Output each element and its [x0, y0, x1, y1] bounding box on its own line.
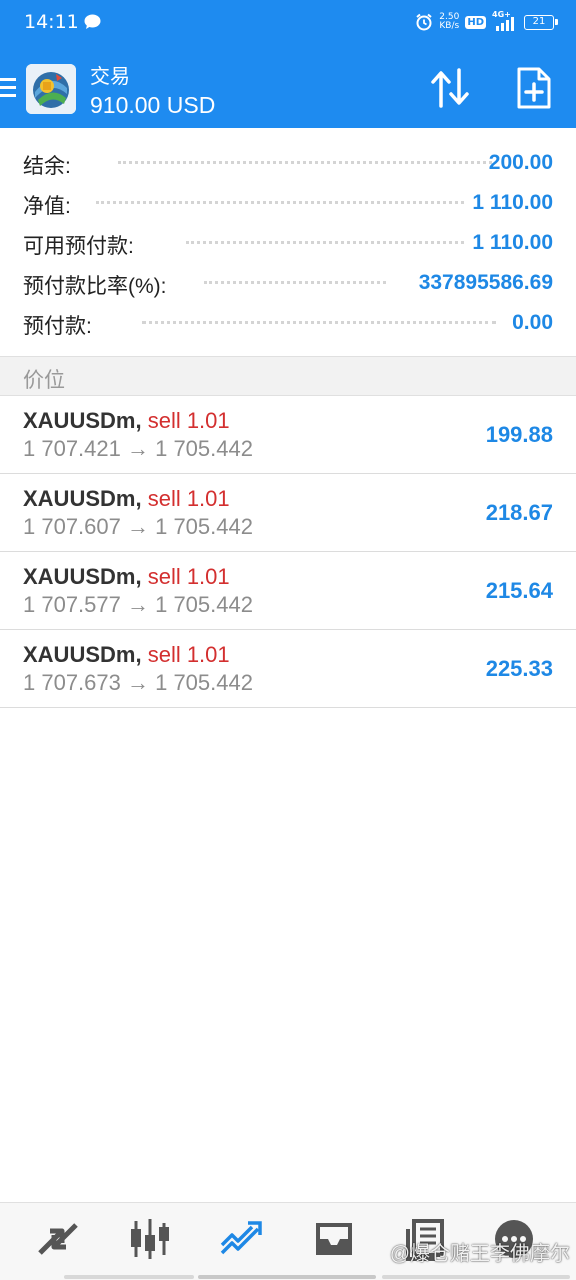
- position-row[interactable]: XAUUSDm, sell 1.01 1 707.607 → 1 705.442…: [0, 474, 576, 552]
- bottom-navigation: @爆仓赌王李佛摩尔: [0, 1202, 576, 1280]
- leader-dots: [118, 160, 492, 164]
- nav-indicator-active: [198, 1275, 376, 1279]
- position-title: XAUUSDm, sell 1.01: [23, 564, 230, 590]
- position-symbol: XAUUSDm,: [23, 486, 142, 511]
- position-prices: 1 707.577 → 1 705.442: [23, 592, 253, 617]
- positions-section-header: 价位: [0, 356, 576, 396]
- candlestick-chart-icon[interactable]: [126, 1217, 174, 1261]
- status-time: 14:11: [24, 11, 79, 33]
- position-side-volume: sell 1.01: [147, 642, 230, 667]
- status-bar: 14:11 2.50 KB/s HD 4G+ 21: [0, 0, 576, 44]
- position-row[interactable]: XAUUSDm, sell 1.01 1 707.577 → 1 705.442…: [0, 552, 576, 630]
- position-symbol: XAUUSDm,: [23, 408, 142, 433]
- position-symbol: XAUUSDm,: [23, 642, 142, 667]
- battery-icon: 21: [524, 14, 558, 30]
- position-profit: 199.88: [485, 422, 553, 447]
- section-header-label: 价位: [23, 369, 65, 392]
- status-indicators: 2.50 KB/s HD 4G+ 21: [415, 10, 558, 34]
- position-row[interactable]: XAUUSDm, sell 1.01 1 707.421 → 1 705.442…: [0, 396, 576, 474]
- position-side-volume: sell 1.01: [147, 486, 230, 511]
- summary-value: 1 110.00: [472, 231, 553, 254]
- net-speed-unit: KB/s: [439, 21, 460, 31]
- hd-badge: HD: [465, 15, 486, 29]
- position-symbol: XAUUSDm,: [23, 564, 142, 589]
- summary-value: 200.00: [488, 151, 553, 174]
- leader-dots: [186, 240, 464, 244]
- leader-dots: [204, 280, 386, 284]
- summary-row-equity: 净值: 1 110.00: [0, 182, 576, 222]
- trade-trend-icon[interactable]: [218, 1217, 266, 1261]
- account-summary: 结余: 200.00 净值: 1 110.00 可用预付款: 1 110.00 …: [0, 128, 576, 356]
- nav-indicator: [64, 1275, 194, 1279]
- position-prices: 1 707.607 → 1 705.442: [23, 514, 253, 539]
- position-title: XAUUSDm, sell 1.01: [23, 486, 230, 512]
- quotes-arrows-icon[interactable]: [34, 1217, 82, 1261]
- position-prices: 1 707.673 → 1 705.442: [23, 670, 253, 695]
- nav-indicator: [382, 1275, 570, 1279]
- summary-label: 预付款比率(%):: [23, 275, 167, 298]
- summary-label: 结余:: [23, 155, 71, 178]
- app-bar: 交易 910.00 USD: [0, 44, 576, 128]
- alarm-clock-icon: [416, 13, 432, 31]
- position-profit: 218.67: [485, 500, 553, 525]
- summary-label: 可用预付款:: [23, 235, 134, 258]
- sort-icon[interactable]: [428, 68, 472, 108]
- position-profit: 225.33: [485, 656, 553, 681]
- summary-label: 预付款:: [23, 315, 92, 338]
- position-side-volume: sell 1.01: [147, 564, 230, 589]
- position-row[interactable]: XAUUSDm, sell 1.01 1 707.673 → 1 705.442…: [0, 630, 576, 708]
- summary-label: 净值:: [23, 195, 71, 218]
- summary-row-balance: 结余: 200.00: [0, 142, 576, 182]
- position-side-volume: sell 1.01: [147, 408, 230, 433]
- signal-strength-icon: 4G+: [492, 10, 518, 32]
- position-profit: 215.64: [485, 578, 553, 603]
- summary-row-margin: 预付款: 0.00: [0, 302, 576, 342]
- position-prices: 1 707.421 → 1 705.442: [23, 436, 253, 461]
- app-title: 交易: [90, 66, 130, 88]
- position-title: XAUUSDm, sell 1.01: [23, 642, 230, 668]
- new-order-icon[interactable]: [516, 66, 552, 110]
- summary-value: 0.00: [512, 311, 553, 334]
- history-inbox-icon[interactable]: [310, 1217, 358, 1261]
- leader-dots: [96, 200, 464, 204]
- summary-row-margin-level: 预付款比率(%): 337895586.69: [0, 262, 576, 302]
- summary-value: 337895586.69: [418, 271, 553, 294]
- summary-value: 1 110.00: [472, 191, 553, 214]
- leader-dots: [142, 320, 496, 324]
- positions-list: XAUUSDm, sell 1.01 1 707.421 → 1 705.442…: [0, 396, 576, 708]
- chat-notification-icon: [84, 14, 101, 29]
- menu-icon[interactable]: [0, 78, 16, 100]
- summary-row-free-margin: 可用预付款: 1 110.00: [0, 222, 576, 262]
- account-balance-subtitle: 910.00 USD: [90, 92, 216, 118]
- position-title: XAUUSDm, sell 1.01: [23, 408, 230, 434]
- watermark: @爆仓赌王李佛摩尔: [389, 1243, 570, 1265]
- net-speed: 2.50 KB/s: [439, 13, 459, 31]
- metatrader-logo: [26, 64, 76, 114]
